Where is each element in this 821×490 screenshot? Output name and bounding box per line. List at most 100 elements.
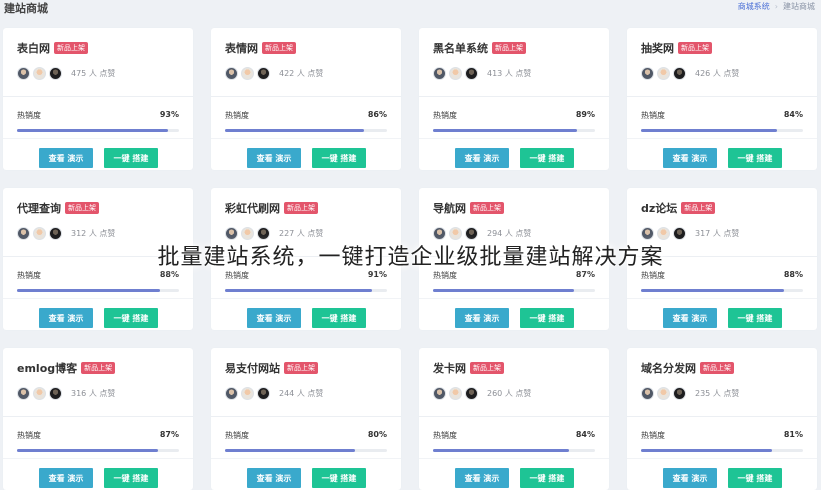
view-demo-button[interactable]: 查看 演示 xyxy=(663,308,717,328)
view-demo-button[interactable]: 查看 演示 xyxy=(663,148,717,168)
avatar xyxy=(657,67,670,80)
card-header: 抽奖网 新品上架 xyxy=(641,40,712,56)
breadcrumb-current: 建站商城 xyxy=(783,2,815,11)
one-click-build-button[interactable]: 一键 搭建 xyxy=(312,468,366,488)
divider xyxy=(211,96,401,97)
avatar xyxy=(673,67,686,80)
divider xyxy=(419,96,609,97)
card-title: dz论坛 xyxy=(641,202,678,215)
view-demo-button[interactable]: 查看 演示 xyxy=(39,468,93,488)
likes-count: 317 人 点赞 xyxy=(695,229,740,238)
avatar xyxy=(257,67,270,80)
heat-progress-fill xyxy=(641,129,778,132)
view-demo-button[interactable]: 查看 演示 xyxy=(455,468,509,488)
likes-row: 235 人 点赞 xyxy=(641,387,739,400)
heat-row: 热销度 81% xyxy=(641,430,803,441)
one-click-build-button[interactable]: 一键 搭建 xyxy=(104,148,158,168)
likes-count: 413 人 点赞 xyxy=(487,69,532,78)
likes-count: 475 人 点赞 xyxy=(71,69,116,78)
likes-count: 260 人 点赞 xyxy=(487,389,532,398)
heat-progress-fill xyxy=(433,449,570,452)
one-click-build-button[interactable]: 一键 搭建 xyxy=(728,308,782,328)
heat-percent: 87% xyxy=(575,270,595,279)
avatar xyxy=(465,67,478,80)
one-click-build-button[interactable]: 一键 搭建 xyxy=(728,468,782,488)
card-header: 黑名单系统 新品上架 xyxy=(433,40,526,56)
view-demo-button[interactable]: 查看 演示 xyxy=(247,148,301,168)
one-click-build-button[interactable]: 一键 搭建 xyxy=(104,468,158,488)
one-click-build-button[interactable]: 一键 搭建 xyxy=(312,148,366,168)
heat-row: 热销度 88% xyxy=(17,270,179,281)
heat-progress-bar xyxy=(225,289,387,292)
divider xyxy=(211,458,401,459)
heat-percent: 88% xyxy=(159,270,179,279)
heat-progress-bar xyxy=(17,129,179,132)
one-click-build-button[interactable]: 一键 搭建 xyxy=(520,308,574,328)
new-badge: 新品上架 xyxy=(262,42,296,54)
avatar xyxy=(257,387,270,400)
one-click-build-button[interactable]: 一键 搭建 xyxy=(520,468,574,488)
divider xyxy=(419,458,609,459)
product-card: emlog博客 新品上架 316 人 点赞 热销度 87% 查看 演示 一键 搭… xyxy=(3,348,193,490)
one-click-build-button[interactable]: 一键 搭建 xyxy=(520,148,574,168)
likes-row: 422 人 点赞 xyxy=(225,67,323,80)
card-title: emlog博客 xyxy=(17,362,78,375)
likes-row: 426 人 点赞 xyxy=(641,67,739,80)
heat-label: 热销度 xyxy=(17,111,41,120)
heat-progress-bar xyxy=(641,129,803,132)
heat-progress-bar xyxy=(225,449,387,452)
heat-row: 热销度 87% xyxy=(17,430,179,441)
heat-label: 热销度 xyxy=(641,431,665,440)
view-demo-button[interactable]: 查看 演示 xyxy=(663,468,717,488)
card-header: 代理查询 新品上架 xyxy=(17,200,99,216)
heat-progress-fill xyxy=(225,289,373,292)
view-demo-button[interactable]: 查看 演示 xyxy=(247,468,301,488)
breadcrumb: 商城系统 › 建站商城 xyxy=(738,1,815,12)
divider xyxy=(627,96,817,97)
heat-row: 热销度 86% xyxy=(225,110,387,121)
likes-row: 413 人 点赞 xyxy=(433,67,531,80)
product-card: 域名分发网 新品上架 235 人 点赞 热销度 81% 查看 演示 一键 搭建 xyxy=(627,348,817,490)
overlay-caption: 批量建站系统，一键打造企业级批量建站解决方案 xyxy=(157,245,664,270)
card-title: 导航网 xyxy=(433,202,466,215)
heat-progress-fill xyxy=(433,289,574,292)
avatar xyxy=(49,387,62,400)
card-title: 发卡网 xyxy=(433,362,466,375)
avatar xyxy=(225,67,238,80)
view-demo-button[interactable]: 查看 演示 xyxy=(39,308,93,328)
one-click-build-button[interactable]: 一键 搭建 xyxy=(312,308,366,328)
page-title: 建站商城 xyxy=(4,2,48,15)
likes-row: 244 人 点赞 xyxy=(225,387,323,400)
card-header: emlog博客 新品上架 xyxy=(17,360,116,376)
breadcrumb-link-mall-system[interactable]: 商城系统 xyxy=(738,2,770,11)
heat-row: 热销度 84% xyxy=(641,110,803,121)
likes-count: 422 人 点赞 xyxy=(279,69,324,78)
card-header: 表白网 新品上架 xyxy=(17,40,88,56)
heat-percent: 91% xyxy=(367,270,387,279)
heat-progress-fill xyxy=(641,289,784,292)
avatar xyxy=(465,387,478,400)
new-badge: 新品上架 xyxy=(681,202,716,214)
likes-count: 244 人 点赞 xyxy=(279,389,324,398)
view-demo-button[interactable]: 查看 演示 xyxy=(39,148,93,168)
one-click-build-button[interactable]: 一键 搭建 xyxy=(728,148,782,168)
card-header: dz论坛 新品上架 xyxy=(641,200,716,216)
likes-count: 316 人 点赞 xyxy=(71,389,116,398)
divider xyxy=(419,298,609,299)
card-title: 域名分发网 xyxy=(641,362,696,375)
heat-row: 热销度 93% xyxy=(17,110,179,121)
product-card: 表白网 新品上架 475 人 点赞 热销度 93% 查看 演示 一键 搭建 xyxy=(3,28,193,170)
new-badge: 新品上架 xyxy=(54,42,88,54)
new-badge: 新品上架 xyxy=(700,362,734,374)
view-demo-button[interactable]: 查看 演示 xyxy=(455,148,509,168)
view-demo-button[interactable]: 查看 演示 xyxy=(247,308,301,328)
heat-progress-bar xyxy=(433,289,595,292)
card-header: 域名分发网 新品上架 xyxy=(641,360,734,376)
heat-progress-bar xyxy=(17,289,179,292)
top-bar: 建站商城 商城系统 › 建站商城 xyxy=(0,0,821,16)
heat-row: 热销度 91% xyxy=(225,270,387,281)
one-click-build-button[interactable]: 一键 搭建 xyxy=(104,308,158,328)
heat-row: 热销度 88% xyxy=(641,270,803,281)
heat-progress-bar xyxy=(433,449,595,452)
view-demo-button[interactable]: 查看 演示 xyxy=(455,308,509,328)
